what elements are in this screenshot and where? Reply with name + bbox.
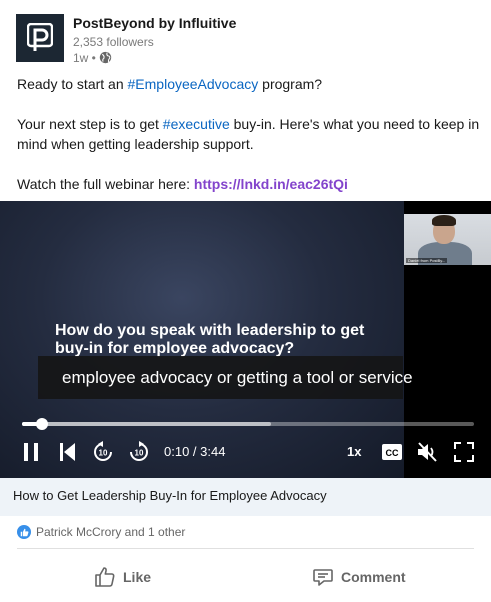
like-reaction-icon bbox=[17, 525, 31, 539]
reactions-summary[interactable]: Patrick McCrory and 1 other bbox=[17, 525, 185, 539]
postbeyond-logo-icon bbox=[27, 23, 53, 51]
video-time: 0:10 / 3:44 bbox=[164, 444, 226, 459]
post-meta: 1w • bbox=[73, 51, 113, 65]
divider bbox=[17, 548, 474, 549]
slide-text: How do you speak with leadership to get … bbox=[55, 322, 365, 357]
comment-button[interactable]: Comment bbox=[311, 565, 406, 589]
webcam-label: Daniel from PostBy... bbox=[406, 258, 448, 263]
post-time: 1w • bbox=[73, 51, 96, 65]
post-text-line-2: Your next step is to get #executive buy-… bbox=[17, 114, 482, 154]
progress-buffered bbox=[22, 422, 271, 426]
thumbs-up-icon bbox=[95, 567, 115, 587]
comment-icon bbox=[313, 569, 333, 586]
hashtag-link[interactable]: #EmployeeAdvocacy bbox=[128, 76, 259, 92]
svg-text:10: 10 bbox=[135, 449, 144, 458]
webinar-link[interactable]: https://lnkd.in/eac26tQi bbox=[194, 176, 348, 192]
video-player[interactable]: How do you speak with leadership to get … bbox=[0, 201, 491, 478]
video-controls: 10 10 0:10 / 3:44 1x CC bbox=[0, 436, 491, 468]
post-text: Ready to start an bbox=[17, 76, 128, 92]
feed-post: PostBeyond by Influitive 2,353 followers… bbox=[0, 0, 491, 602]
company-logo[interactable] bbox=[16, 14, 64, 62]
post-text: program? bbox=[258, 76, 323, 92]
svg-text:10: 10 bbox=[99, 449, 108, 458]
cc-label: CC bbox=[386, 448, 399, 458]
video-caption: employee advocacy or getting a tool or s… bbox=[38, 356, 413, 399]
webcam-overlay: Daniel from PostBy... bbox=[404, 214, 491, 265]
globe-icon bbox=[99, 51, 113, 65]
skip-back-icon[interactable] bbox=[56, 440, 80, 464]
follower-count: 2,353 followers bbox=[73, 35, 154, 49]
pause-icon[interactable] bbox=[19, 440, 43, 464]
rewind-10-icon[interactable]: 10 bbox=[91, 440, 115, 464]
video-title[interactable]: How to Get Leadership Buy-In for Employe… bbox=[13, 488, 327, 503]
mute-icon[interactable] bbox=[415, 440, 439, 464]
like-button[interactable]: Like bbox=[93, 565, 151, 589]
post-text: Your next step is to get bbox=[17, 116, 163, 132]
hashtag-link[interactable]: #executive bbox=[163, 116, 230, 132]
presenter-hair bbox=[432, 215, 456, 226]
post-text-line-1: Ready to start an #EmployeeAdvocacy prog… bbox=[17, 74, 482, 94]
fullscreen-icon[interactable] bbox=[452, 440, 476, 464]
post-text-line-3: Watch the full webinar here: https://lnk… bbox=[17, 174, 482, 194]
playback-speed-button[interactable]: 1x bbox=[347, 444, 361, 459]
like-label: Like bbox=[123, 569, 152, 585]
forward-10-icon[interactable]: 10 bbox=[127, 440, 151, 464]
author-name[interactable]: PostBeyond by Influitive bbox=[73, 15, 236, 31]
progress-bar[interactable] bbox=[22, 418, 474, 430]
reactions-text[interactable]: Patrick McCrory and 1 other bbox=[36, 525, 185, 539]
closed-captions-icon[interactable]: CC bbox=[380, 440, 404, 464]
comment-label: Comment bbox=[341, 569, 406, 585]
video-title-bar[interactable]: How to Get Leadership Buy-In for Employe… bbox=[0, 478, 491, 516]
post-text: Watch the full webinar here: bbox=[17, 176, 194, 192]
